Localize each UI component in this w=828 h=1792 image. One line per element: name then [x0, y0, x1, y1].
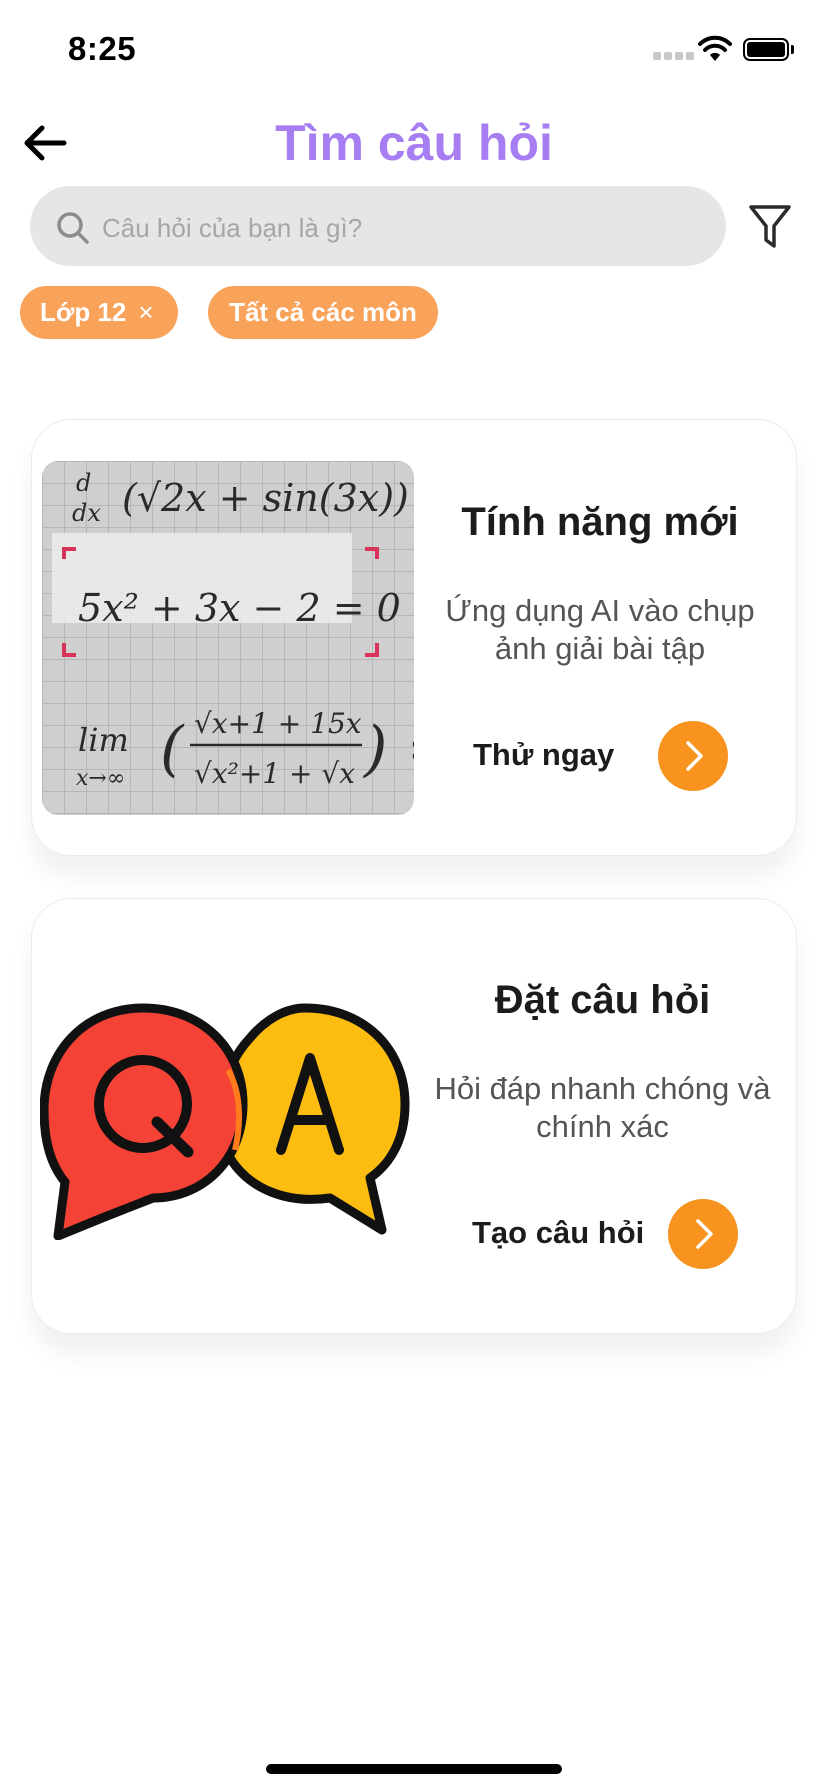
svg-text:5x² + 3x − 2 = 0: 5x² + 3x − 2 = 0	[78, 586, 401, 630]
card-description: Ứng dụng AI vào chụp ảnh giải bài tập	[445, 593, 755, 666]
search-input[interactable]	[100, 206, 704, 250]
battery-tip	[791, 45, 794, 54]
wifi-icon	[697, 34, 733, 62]
chevron-right-icon	[696, 1219, 713, 1249]
svg-text:lim: lim	[78, 721, 129, 759]
subject-filter-chip[interactable]: Tất cả các môn	[208, 286, 438, 339]
card-title: Tính năng mới	[461, 500, 739, 544]
subject-chip-label: Tất cả các môn	[229, 297, 417, 327]
qa-bubbles-icon	[39, 1000, 410, 1241]
svg-text:d: d	[76, 469, 91, 497]
svg-text:(√2x + sin(3x)) =: (√2x + sin(3x)) =	[122, 476, 414, 520]
svg-text:√x²+1 + √x: √x²+1 + √x	[194, 757, 355, 790]
page-title: Tìm câu hỏi	[275, 115, 553, 171]
create-question-link[interactable]: Tạo câu hỏi	[472, 1215, 644, 1251]
battery-icon	[743, 38, 789, 61]
chevron-right-icon	[686, 741, 703, 771]
create-question-button[interactable]	[668, 1199, 738, 1269]
svg-text:(: (	[160, 714, 185, 784]
try-now-link[interactable]: Thử ngay	[473, 737, 614, 773]
svg-text:√x+1 + 15x: √x+1 + 15x	[194, 707, 362, 740]
home-indicator	[266, 1764, 562, 1774]
card-title: Đặt câu hỏi	[494, 978, 711, 1022]
grade-chip-label: Lớp 12	[40, 297, 127, 327]
search-icon	[56, 211, 90, 245]
remove-chip-icon[interactable]: ×	[138, 297, 153, 328]
filter-icon	[749, 205, 791, 248]
status-time: 8:25	[68, 30, 137, 67]
svg-text:x→∞: x→∞	[76, 766, 125, 791]
math-equations-image: d dx (√2x + sin(3x)) = 5x² + 3x − 2 = 0 …	[42, 461, 414, 815]
svg-text:) =: ) =	[362, 714, 414, 784]
svg-text:dx: dx	[72, 499, 101, 527]
card-description: Hỏi đáp nhanh chóng và chính xác	[434, 1071, 771, 1144]
filter-button[interactable]	[748, 203, 792, 251]
try-now-button[interactable]	[658, 721, 728, 791]
grade-filter-chip[interactable]: Lớp 12 ×	[20, 286, 178, 339]
